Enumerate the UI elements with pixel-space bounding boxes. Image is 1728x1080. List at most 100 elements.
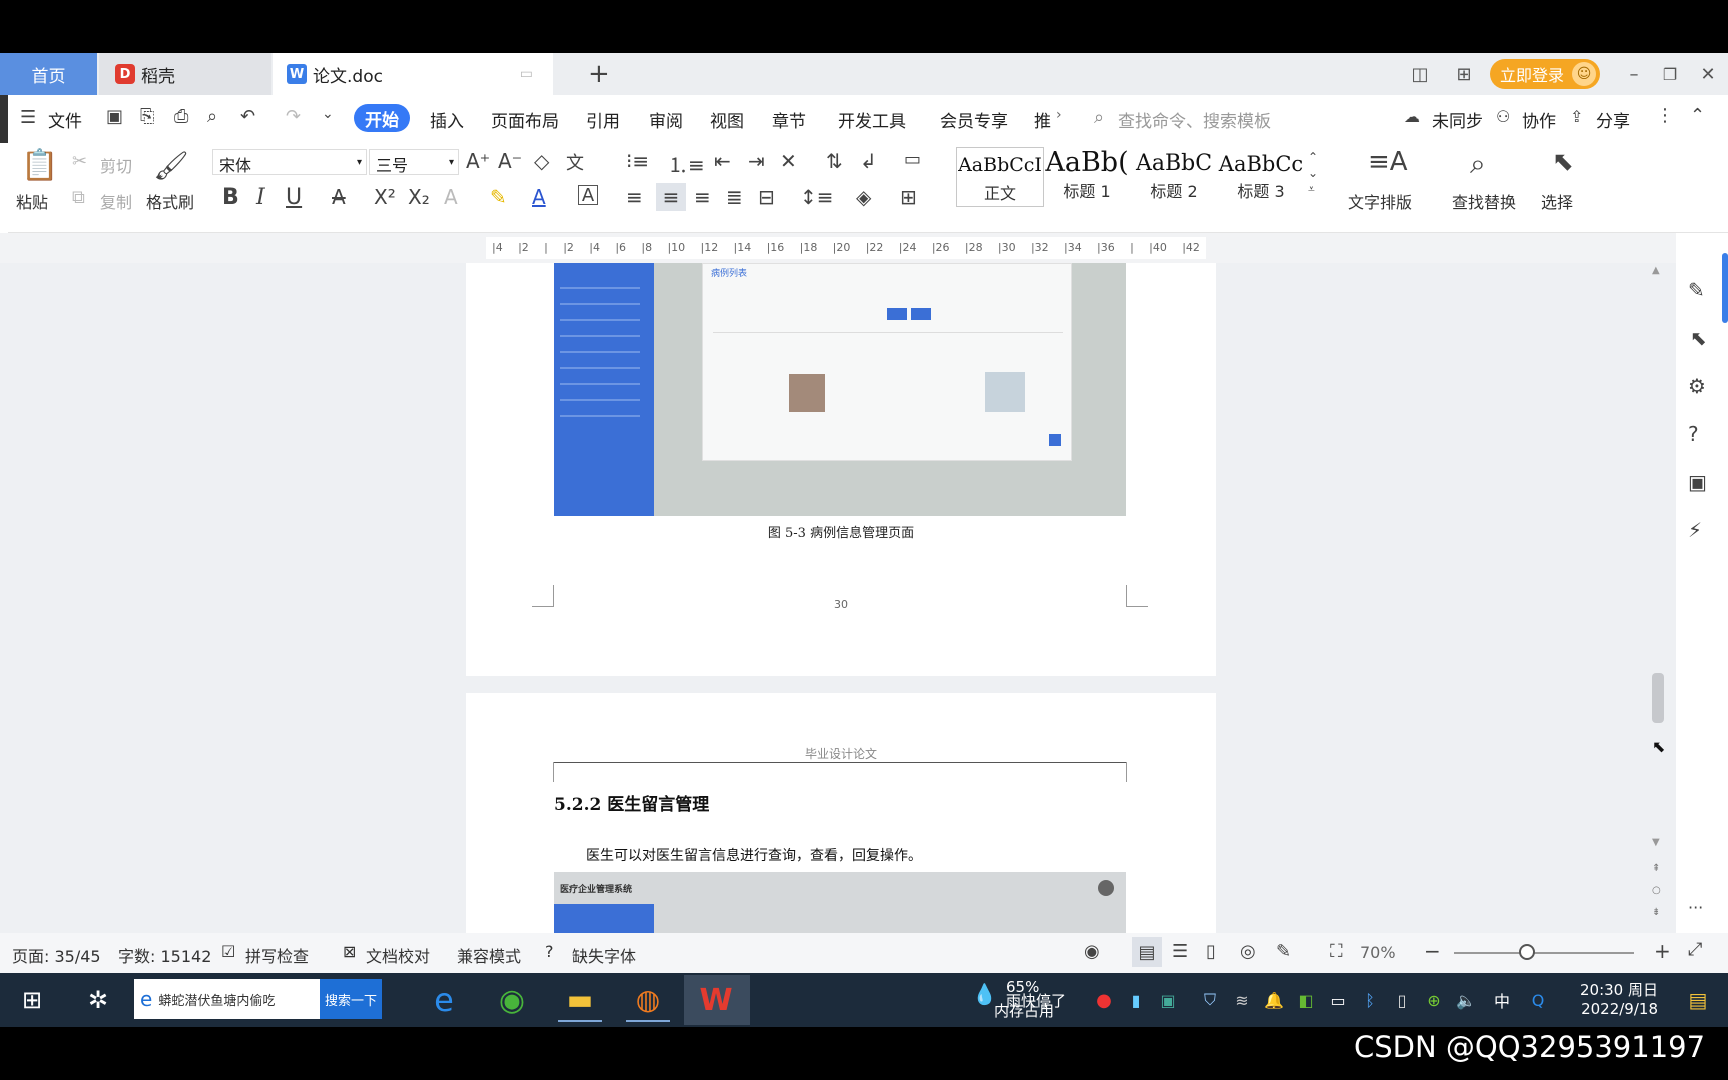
action-center-icon[interactable]: ▤ — [1676, 978, 1720, 1022]
tray-plus-icon[interactable]: ⊕ — [1420, 978, 1448, 1022]
align-center-icon[interactable]: ≡ — [656, 183, 686, 211]
format-painter-icon[interactable]: 🖌 — [153, 147, 189, 183]
print-icon[interactable]: ⎙ — [174, 106, 188, 127]
next-page-icon[interactable]: ⇟ — [1652, 907, 1660, 918]
help-icon[interactable]: ? — [1688, 422, 1699, 446]
internet-explorer-icon[interactable]: e — [422, 978, 466, 1022]
tab-ruler-icon[interactable]: ▭ — [904, 149, 921, 170]
scroll-down-icon[interactable]: ▼ — [1652, 837, 1660, 848]
eye-protect-icon[interactable]: ◉ — [1084, 941, 1100, 962]
settings-sliders-icon[interactable]: ⚙ — [1688, 374, 1706, 398]
chinese-layout-icon[interactable]: ✕ — [780, 149, 797, 173]
browser-360-icon[interactable]: ◉ — [490, 978, 534, 1022]
file-explorer-icon[interactable]: ▬ — [558, 978, 602, 1022]
style-heading1[interactable]: AaBb( 标题 1 — [1044, 147, 1130, 207]
cut-button[interactable]: 剪切 — [100, 153, 132, 177]
image-tool-icon[interactable]: ▣ — [1688, 470, 1707, 494]
align-left-icon[interactable]: ≡ — [626, 185, 643, 209]
text-layout-icon[interactable]: ≡A — [1368, 147, 1408, 177]
page-view-icon[interactable]: ▤ — [1132, 937, 1162, 967]
borders-icon[interactable]: ⊞ — [900, 185, 917, 209]
tab-document[interactable]: W 论文.doc ▭ — [273, 53, 553, 95]
numbered-list-icon[interactable]: ⒈≡ — [668, 149, 705, 178]
fit-page-icon[interactable]: ⛶ — [1330, 941, 1343, 962]
paste-icon[interactable]: 📋 — [20, 147, 60, 183]
spellcheck-button[interactable]: 拼写检查 — [245, 943, 309, 967]
collab-button[interactable]: 协作 — [1522, 107, 1556, 132]
menu-review[interactable]: 审阅 — [649, 107, 683, 132]
style-normal[interactable]: AaBbCcI 正文 — [956, 147, 1044, 207]
lightning-icon[interactable]: ⚡ — [1688, 518, 1702, 542]
page-count[interactable]: 页面: 35/45 — [12, 943, 101, 967]
bold-icon[interactable]: B — [222, 185, 239, 210]
menu-member[interactable]: 会员专享 — [940, 107, 1008, 132]
text-layout-button[interactable]: 文字排版 — [1348, 189, 1412, 213]
pen-edit-icon[interactable]: ✎ — [1688, 278, 1705, 302]
taskbar-search-button[interactable]: 搜索一下 — [320, 979, 382, 1019]
find-replace-button[interactable]: 查找替换 — [1452, 189, 1516, 213]
menu-file[interactable]: 文件 — [48, 107, 82, 132]
distribute-icon[interactable]: ⊟ — [758, 185, 775, 209]
word-count[interactable]: 字数: 15142 — [118, 943, 211, 967]
align-right-icon[interactable]: ≡ — [694, 185, 711, 209]
zoom-slider-track[interactable] — [1454, 952, 1634, 954]
tray-green-app-icon[interactable]: ▣ — [1154, 978, 1182, 1022]
write-view-icon[interactable]: ✎ — [1276, 941, 1291, 962]
menu-more-chevron-icon[interactable]: › — [1056, 107, 1062, 123]
show-marks-icon[interactable]: ↲ — [860, 149, 877, 173]
outline-view-icon[interactable]: ☰ — [1172, 941, 1188, 962]
menu-view[interactable]: 视图 — [710, 107, 744, 132]
shading-icon[interactable]: ◈ — [856, 185, 871, 209]
menu-start[interactable]: 开始 — [354, 104, 410, 132]
menu-recommend[interactable]: 推 — [1034, 107, 1051, 132]
app-pinwheel-icon[interactable]: ✲ — [76, 978, 120, 1022]
redo-icon[interactable]: ↷ — [286, 106, 301, 127]
tray-nvidia-icon[interactable]: ◧ — [1292, 978, 1320, 1022]
browse-object-icon[interactable]: ○ — [1652, 885, 1661, 896]
font-size-select[interactable]: 三号 ▾ — [369, 149, 459, 175]
tray-battery-icon[interactable]: ▭ — [1324, 978, 1352, 1022]
windows-start-icon[interactable]: ⊞ — [10, 978, 54, 1022]
menu-insert[interactable]: 插入 — [430, 107, 464, 132]
tray-q-app-icon[interactable]: Q — [1524, 978, 1552, 1022]
shrink-font-icon[interactable]: A⁻ — [498, 149, 522, 173]
select-button[interactable]: 选择 — [1541, 189, 1573, 213]
collapse-ribbon-icon[interactable]: ⌃ — [1690, 105, 1705, 126]
grow-font-icon[interactable]: A⁺ — [466, 149, 490, 173]
highlight-icon[interactable]: ✎ — [490, 185, 507, 209]
superscript-icon[interactable]: X² — [374, 185, 396, 209]
pointer-select-icon[interactable]: ⬉ — [1690, 326, 1707, 350]
clock-time[interactable]: 20:30 周日 — [1568, 979, 1658, 1000]
zoom-out-icon[interactable]: − — [1424, 939, 1441, 963]
zoom-slider-knob[interactable] — [1519, 944, 1535, 960]
tray-usb-icon[interactable]: ▮ — [1122, 978, 1150, 1022]
sort-icon[interactable]: ⇅ — [826, 149, 843, 173]
taskbar-search-text[interactable]: 蟒蛇潜伏鱼塘内偷吃 — [158, 990, 275, 1009]
style-heading2[interactable]: AaBbC 标题 2 — [1130, 147, 1218, 207]
strikethrough-icon[interactable]: A — [332, 185, 346, 209]
close-icon[interactable]: ✕ — [1694, 59, 1722, 89]
clock-date[interactable]: 2022/9/18 — [1568, 1000, 1658, 1018]
prev-page-icon[interactable]: ⇞ — [1652, 863, 1660, 874]
style-heading3[interactable]: AaBbCc 标题 3 — [1218, 147, 1304, 207]
web-view-icon[interactable]: ◎ — [1240, 941, 1256, 962]
font-color-icon[interactable]: A — [532, 185, 546, 209]
vertical-scrollbar[interactable]: ▲ ▼ ⇞ ○ ⇟ — [1650, 263, 1666, 933]
menu-references[interactable]: 引用 — [586, 107, 620, 132]
pin-icon[interactable]: ▭ — [520, 66, 533, 82]
format-painter-button[interactable]: 格式刷 — [146, 189, 194, 213]
horizontal-ruler[interactable]: |4 |2 | |2 |4 |6 |8 |10 |12 |14 |16 |18 |20 |22 |24 |26… — [486, 237, 1206, 259]
restore-icon[interactable]: ❐ — [1656, 59, 1684, 89]
copy-button[interactable]: 复制 — [100, 189, 132, 213]
more-icon[interactable]: ⋮ — [1656, 105, 1674, 126]
share-button[interactable]: 分享 — [1596, 107, 1630, 132]
hamburger-icon[interactable]: ☰ — [20, 107, 36, 128]
menu-chapter[interactable]: 章节 — [772, 107, 806, 132]
pane-more-icon[interactable]: ··· — [1688, 898, 1703, 917]
phonetic-guide-icon[interactable]: 文 — [566, 149, 584, 175]
bullet-list-icon[interactable]: ⁝≡ — [626, 149, 649, 173]
tray-shield-icon[interactable]: ⛉ — [1196, 978, 1224, 1022]
taskbar-search-box[interactable]: e 蟒蛇潜伏鱼塘内偷吃 — [134, 979, 320, 1019]
wps-taskbar-icon[interactable]: W — [694, 978, 738, 1022]
fullscreen-icon[interactable]: ⤢ — [1688, 939, 1702, 960]
